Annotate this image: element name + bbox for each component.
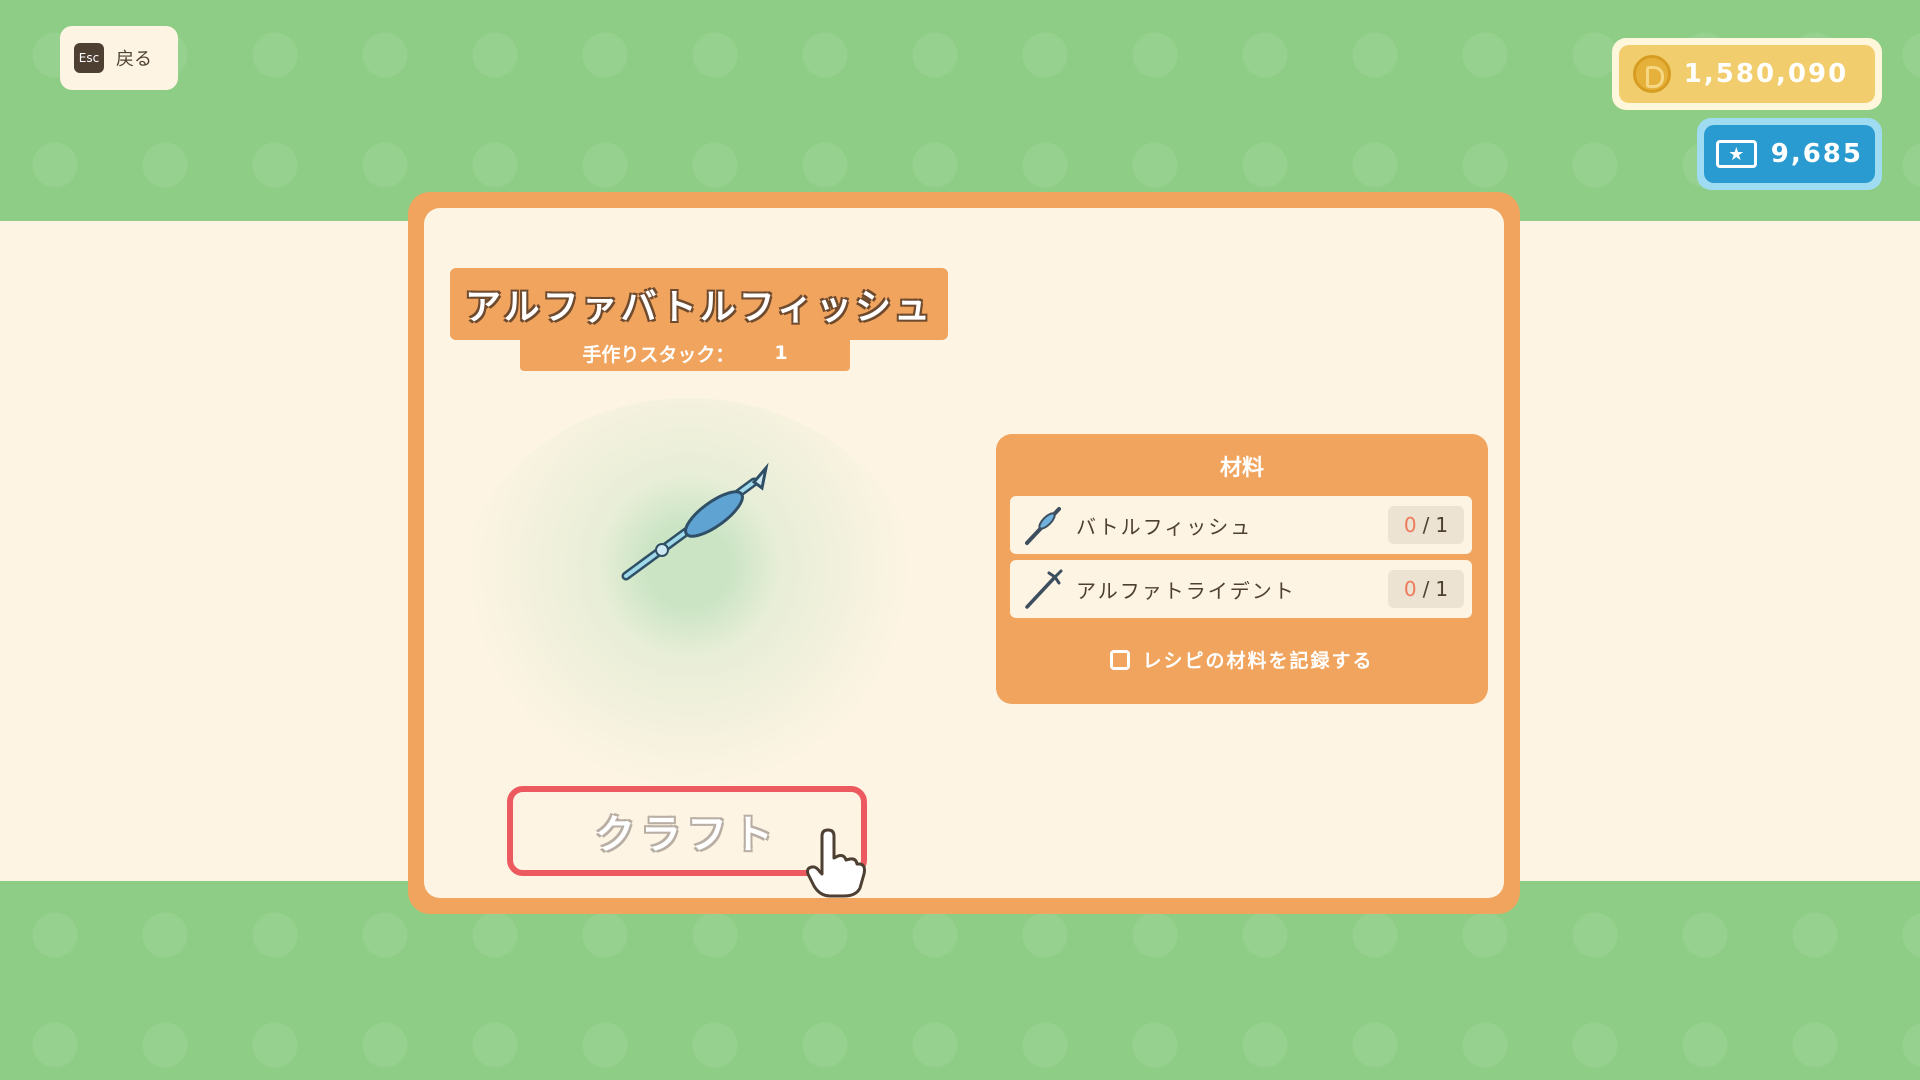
back-button[interactable]: Esc 戻る — [60, 26, 178, 90]
coin-icon — [1633, 55, 1671, 93]
material-need: 1 — [1435, 577, 1449, 601]
ticket-value: 9,685 — [1770, 139, 1863, 169]
record-recipe-toggle[interactable]: レシピの材料を記録する — [996, 646, 1488, 673]
record-checkbox[interactable] — [1110, 649, 1131, 670]
material-need: 1 — [1435, 513, 1449, 537]
material-have: 0 — [1403, 577, 1417, 601]
coin-value: 1,580,090 — [1683, 59, 1849, 89]
material-row[interactable]: アルファトライデント 0 / 1 — [1010, 560, 1472, 618]
material-slash: / — [1422, 513, 1430, 537]
material-slash: / — [1422, 577, 1430, 601]
trident-spear-icon — [621, 462, 769, 581]
material-have: 0 — [1403, 513, 1417, 537]
trident-icon — [1018, 564, 1068, 614]
material-row[interactable]: バトルフィッシュ 0 / 1 — [1010, 496, 1472, 554]
esc-key-icon: Esc — [74, 43, 104, 73]
coin-balance: 1,580,090 — [1612, 38, 1882, 110]
hand-cursor-icon — [806, 828, 866, 898]
crafting-panel: アルファバトルフィッシュ 手作りスタック： 1 クラフト 材料 バトルフィッシュ… — [408, 192, 1520, 914]
item-name: アルファバトルフィッシュ — [464, 287, 933, 328]
materials-title: 材料 — [1219, 456, 1264, 481]
craft-label: クラフト — [595, 812, 779, 858]
item-title-plate: アルファバトルフィッシュ — [450, 268, 948, 340]
material-name: バトルフィッシュ — [1076, 514, 1253, 539]
material-count: 0 / 1 — [1388, 570, 1464, 608]
materials-panel: 材料 バトルフィッシュ 0 / 1 アルファトライデント 0 / 1 レシピの材… — [996, 434, 1488, 704]
fish-spear-icon — [1018, 500, 1068, 550]
back-label: 戻る — [116, 49, 152, 70]
stack-value: 1 — [774, 342, 788, 364]
ticket-balance: ★ 9,685 — [1697, 118, 1882, 190]
ticket-icon: ★ — [1716, 140, 1757, 168]
item-preview — [454, 398, 924, 818]
material-name: アルファトライデント — [1076, 578, 1296, 603]
material-count: 0 / 1 — [1388, 506, 1464, 544]
record-label: レシピの材料を記録する — [1142, 650, 1374, 672]
craft-stack: 手作りスタック： 1 — [520, 335, 850, 371]
stack-label: 手作りスタック： — [582, 343, 735, 366]
